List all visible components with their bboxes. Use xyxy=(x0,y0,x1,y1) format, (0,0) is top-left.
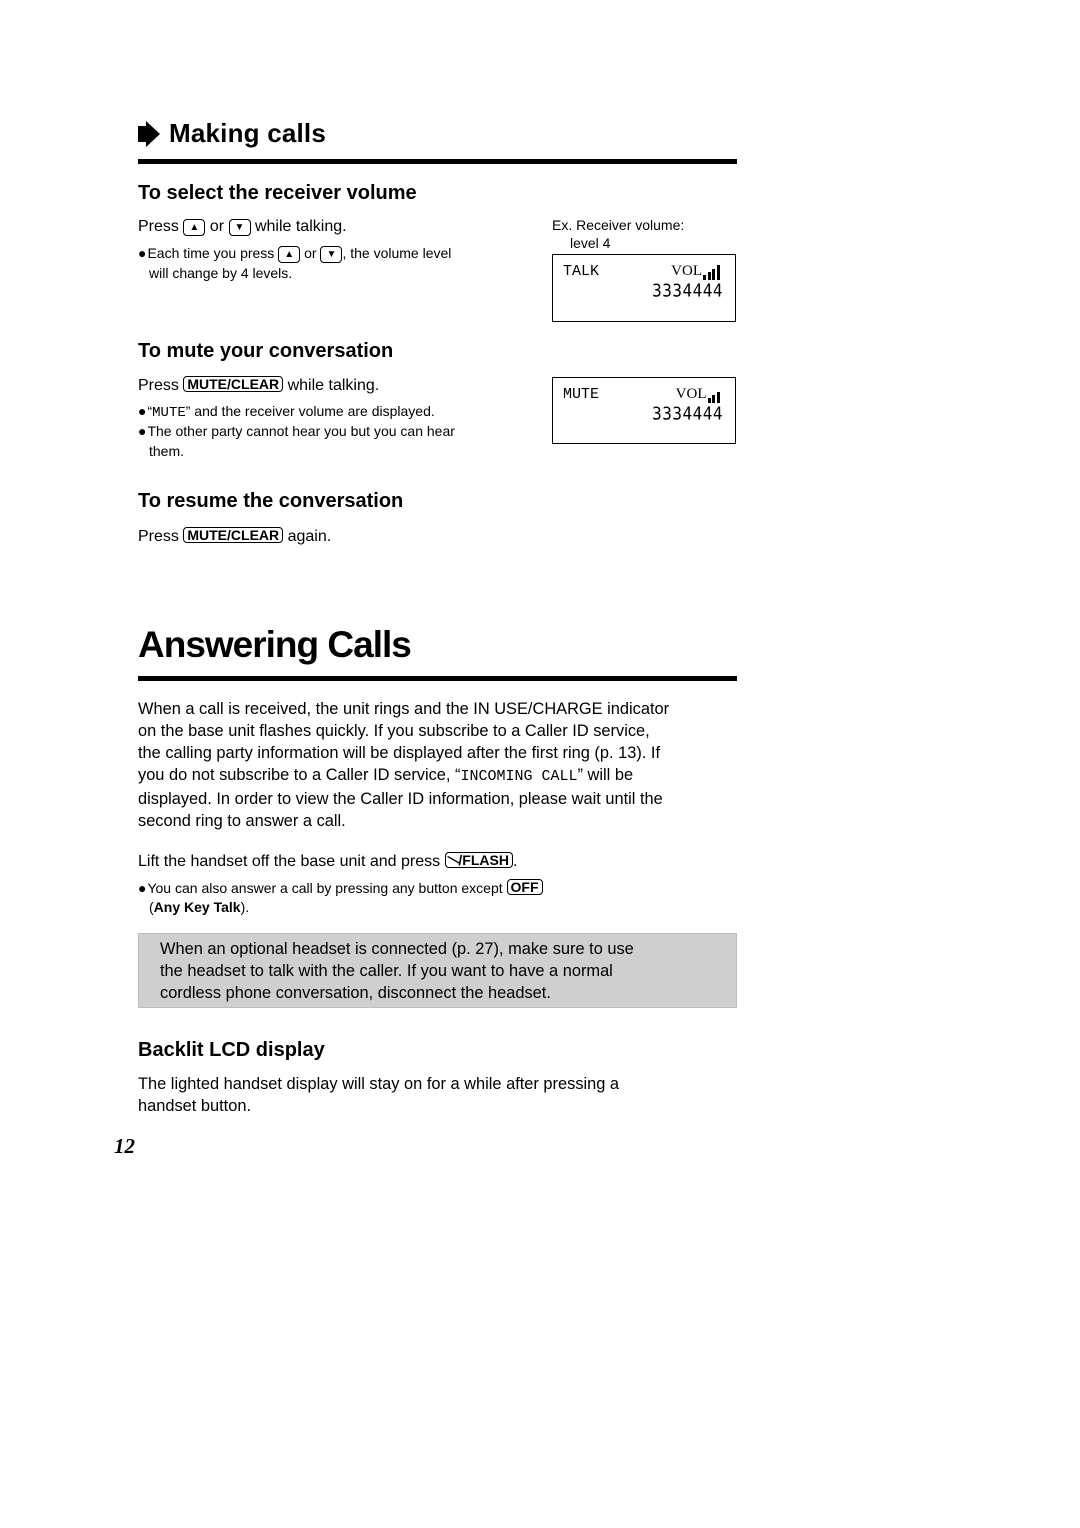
volume-bars-icon xyxy=(703,265,721,280)
bullet-icon: ● xyxy=(138,245,147,261)
page-number: 12 xyxy=(114,1134,135,1158)
volume-bar xyxy=(712,395,715,403)
answering-calls-title: Answering Calls xyxy=(138,624,412,665)
up-key-icon: ▲ xyxy=(183,219,206,236)
section-divider xyxy=(138,159,737,164)
down-key-icon: ▼ xyxy=(320,246,343,263)
mute-bullet-1: ●“MUTE” and the receiver volume are disp… xyxy=(138,403,435,421)
answering-divider xyxy=(138,676,737,681)
off-key: OFF xyxy=(506,879,543,895)
bullet-icon: ● xyxy=(138,423,147,439)
receiver-volume-bullet: ●Each time you press ▲ or ▼, the volume … xyxy=(138,245,452,263)
lcd-mode: TALK xyxy=(563,263,600,280)
receiver-volume-bullet-cont: will change by 4 levels. xyxy=(149,265,293,281)
section-title: Making calls xyxy=(169,118,327,148)
lift-instruction: Lift the handset off the base unit and p… xyxy=(138,850,518,870)
headset-note: When an optional headset is connected (p… xyxy=(138,933,737,1008)
receiver-volume-instruction: Press ▲ or ▼ while talking. xyxy=(138,218,347,236)
volume-bar xyxy=(716,392,720,403)
volume-bar xyxy=(707,272,711,280)
bullet-icon: ● xyxy=(138,403,147,419)
resume-heading: To resume the conversation xyxy=(138,490,404,512)
any-key-talk: (Any Key Talk). xyxy=(149,899,250,915)
mute-heading: To mute your conversation xyxy=(138,340,394,362)
bullet-icon: ● xyxy=(138,880,147,896)
talk-flash-key: ⟍/FLASH xyxy=(444,851,513,869)
mute-instruction: Press MUTE/CLEAR while talking. xyxy=(138,376,380,394)
lcd-mode: MUTE xyxy=(563,386,600,403)
section-header: Making calls xyxy=(138,118,326,149)
lcd-digits: 3334444 xyxy=(652,403,723,424)
lcd-volume: VOL xyxy=(671,263,721,280)
lcd-volume: VOL xyxy=(676,386,721,403)
volume-bars-icon xyxy=(707,388,722,403)
any-key-bullet: ●You can also answer a call by pressing … xyxy=(138,879,543,896)
mute-bullet-2-cont: them. xyxy=(149,443,185,459)
mute-clear-key: MUTE/CLEAR xyxy=(183,527,284,543)
volume-bar xyxy=(716,265,720,280)
mute-clear-key: MUTE/CLEAR xyxy=(183,376,284,392)
example-caption: Ex. Receiver volume: level 4 xyxy=(552,217,685,251)
receiver-volume-heading: To select the receiver volume xyxy=(138,182,417,204)
volume-bar xyxy=(712,269,715,280)
arrow-right-icon xyxy=(138,120,160,147)
lcd-talk-display: TALK VOL 3334444 xyxy=(552,254,736,322)
lcd-digits: 3334444 xyxy=(652,280,723,301)
backlit-paragraph: The lighted handset display will stay on… xyxy=(138,1075,620,1115)
mute-bullet-2: ●The other party cannot hear you but you… xyxy=(138,423,455,439)
lcd-mute-display: MUTE VOL 3334444 xyxy=(552,377,736,444)
up-key-icon: ▲ xyxy=(278,246,301,263)
backlit-heading: Backlit LCD display xyxy=(138,1039,325,1061)
answering-paragraph: When a call is received, the unit rings … xyxy=(138,700,670,830)
resume-instruction: Press MUTE/CLEAR again. xyxy=(138,527,332,545)
down-key-icon: ▼ xyxy=(228,219,251,236)
